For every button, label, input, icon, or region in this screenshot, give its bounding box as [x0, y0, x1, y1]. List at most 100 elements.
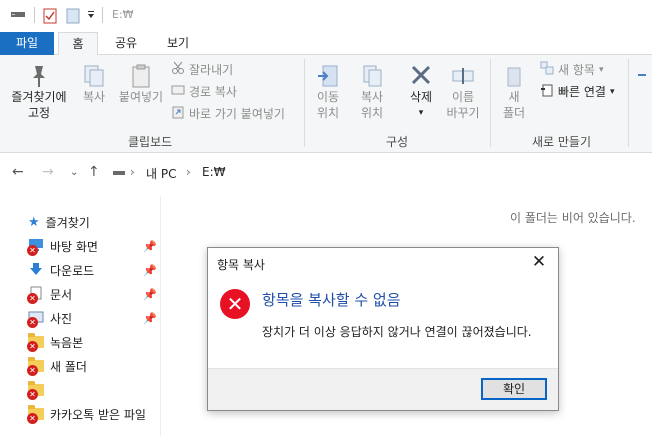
new-folder-label-1: 새	[508, 90, 520, 104]
copy-to-button[interactable]: 복사 위치	[350, 63, 394, 121]
nav-item-downloads[interactable]: 다운로드	[28, 260, 94, 280]
new-folder-quick-icon[interactable]	[66, 8, 80, 27]
copy-path-icon	[171, 83, 185, 100]
clipboard-group-label: 클립보드	[128, 135, 173, 149]
rename-label-1: 이름	[451, 90, 475, 104]
move-to-icon	[310, 63, 346, 89]
drive-icon	[10, 8, 26, 23]
scissors-icon	[171, 61, 185, 78]
unnamed-folder-error-badge-icon: ✕	[27, 389, 38, 400]
documents-pinned-icon[interactable]: 📌	[143, 288, 157, 301]
back-arrow-icon[interactable]: ←	[12, 164, 24, 180]
delete-dropdown-icon[interactable]: ▾	[400, 105, 442, 121]
move-to-button[interactable]: 이동 위치	[310, 63, 346, 121]
new-folder-error-badge-icon: ✕	[27, 365, 38, 376]
paste-shortcut-icon	[171, 105, 185, 122]
easy-access-icon	[540, 83, 554, 100]
copy-path-label: 경로 복사	[189, 85, 237, 99]
easy-access-label: 빠른 연결	[558, 85, 606, 99]
copy-button[interactable]: 복사	[76, 63, 112, 105]
address-drive-icon	[112, 167, 126, 181]
paste-shortcut-label: 바로 가기 붙여넣기	[189, 107, 285, 121]
delete-x-icon	[400, 63, 442, 89]
ribbon: 즐겨찾기에 고정 복사 붙여넣기 잘라내기 경로 복사 바로 가기 붙여넣기 클…	[0, 55, 652, 153]
quick-access-label: 즐겨찾기	[45, 215, 90, 230]
pin-label-line-1: 즐겨찾기에	[11, 90, 67, 104]
address-row: ← → ⌄ ↑ › 내 PC › E:₩	[0, 160, 652, 186]
cut-label: 잘라내기	[189, 63, 234, 77]
copy-icon	[76, 63, 112, 89]
organize-group-label: 구성	[386, 135, 409, 149]
paste-label: 붙여넣기	[118, 90, 164, 104]
move-to-label-2: 위치	[316, 106, 340, 120]
download-arrow-icon	[28, 262, 44, 279]
pin-to-quick-access-button[interactable]: 즐겨찾기에 고정	[4, 63, 74, 121]
forward-arrow-icon[interactable]: →	[42, 164, 54, 180]
error-icon: ✕	[220, 289, 250, 319]
nav-item-downloads-label: 다운로드	[50, 263, 95, 278]
delete-label: 삭제	[409, 90, 433, 104]
nav-item-recordings-label: 녹음본	[50, 335, 84, 350]
nav-item-desktop[interactable]: 바탕 화면	[28, 236, 98, 256]
breadcrumb-current-drive[interactable]: E:₩	[202, 165, 226, 179]
pane-divider[interactable]	[160, 196, 161, 436]
nav-item-kakaotalk[interactable]: 카카오톡 받은 파일	[28, 404, 146, 424]
paste-shortcut-button[interactable]: 바로 가기 붙여넣기	[171, 105, 285, 122]
properties-icon[interactable]	[43, 8, 57, 27]
move-to-label-1: 이동	[316, 90, 340, 104]
dialog-detail-text: 장치가 더 이상 응답하지 않거나 연결이 끊어졌습니다.	[262, 325, 532, 339]
easy-access-button[interactable]: 빠른 연결 ▾	[540, 83, 615, 100]
rename-button[interactable]: 이름 바꾸기	[443, 63, 483, 121]
kakaotalk-error-badge-icon: ✕	[27, 413, 38, 424]
dialog-title: 항목 복사	[217, 258, 265, 272]
star-icon: ★	[28, 214, 40, 230]
window-title: E:₩	[112, 8, 134, 21]
copy-to-icon	[350, 63, 394, 89]
quick-access-dropdown-icon[interactable]	[86, 9, 96, 24]
tab-share[interactable]: 공유	[108, 32, 144, 55]
new-folder-icon	[496, 63, 532, 89]
new-item-label: 새 항목	[558, 63, 595, 77]
quick-access-item[interactable]: ★ 즐겨찾기	[28, 212, 90, 232]
paste-button[interactable]: 붙여넣기	[114, 63, 168, 105]
nav-item-new-folder-label: 새 폴더	[50, 359, 87, 374]
pin-icon	[4, 63, 74, 89]
nav-item-kakaotalk-label: 카카오톡 받은 파일	[50, 407, 146, 422]
properties-partial-icon[interactable]	[636, 69, 652, 98]
nav-item-documents-label: 문서	[50, 287, 73, 302]
downloads-pinned-icon[interactable]: 📌	[143, 264, 157, 277]
ribbon-tabs: 파일 홈 공유 보기	[0, 32, 652, 56]
nav-item-pictures-label: 사진	[50, 311, 73, 326]
breadcrumb-separator-icon[interactable]: ›	[130, 165, 135, 179]
copy-error-dialog: 항목 복사 ✕ ✕ 항목을 복사할 수 없음 장치가 더 이상 응답하지 않거나…	[207, 247, 559, 411]
empty-folder-message: 이 폴더는 비어 있습니다.	[510, 211, 636, 225]
rename-label-2: 바꾸기	[446, 106, 480, 120]
tab-view[interactable]: 보기	[160, 32, 196, 55]
recent-locations-chevron-icon[interactable]: ⌄	[70, 167, 78, 178]
tab-home[interactable]: 홈	[58, 32, 98, 56]
pictures-pinned-icon[interactable]: 📌	[143, 312, 157, 325]
breadcrumb-separator-2-icon[interactable]: ›	[186, 165, 191, 179]
desktop-pinned-icon[interactable]: 📌	[143, 240, 157, 253]
dialog-heading: 항목을 복사할 수 없음	[262, 291, 401, 309]
new-item-button[interactable]: 새 항목 ▾	[540, 61, 603, 78]
pictures-error-badge-icon: ✕	[27, 317, 38, 328]
desktop-error-badge-icon: ✕	[27, 245, 38, 256]
new-item-dropdown-icon: ▾	[598, 64, 604, 75]
new-folder-button[interactable]: 새 폴더	[496, 63, 532, 121]
copy-to-label-2: 위치	[360, 106, 384, 120]
up-arrow-icon[interactable]: ↑	[88, 164, 100, 180]
copy-path-button[interactable]: 경로 복사	[171, 83, 237, 100]
documents-error-badge-icon: ✕	[27, 293, 38, 304]
rename-icon	[443, 63, 483, 89]
breadcrumb-this-pc[interactable]: 내 PC	[146, 165, 176, 182]
ok-button[interactable]: 확인	[481, 378, 547, 400]
pin-label-line-2: 고정	[27, 106, 51, 120]
recordings-error-badge-icon: ✕	[27, 341, 38, 352]
nav-item-desktop-label: 바탕 화면	[50, 239, 98, 254]
delete-button[interactable]: 삭제 ▾	[400, 63, 442, 121]
cut-button[interactable]: 잘라내기	[171, 61, 233, 78]
copy-to-label-1: 복사	[360, 90, 384, 104]
tab-file[interactable]: 파일	[0, 32, 54, 55]
dialog-close-icon[interactable]: ✕	[530, 252, 548, 272]
